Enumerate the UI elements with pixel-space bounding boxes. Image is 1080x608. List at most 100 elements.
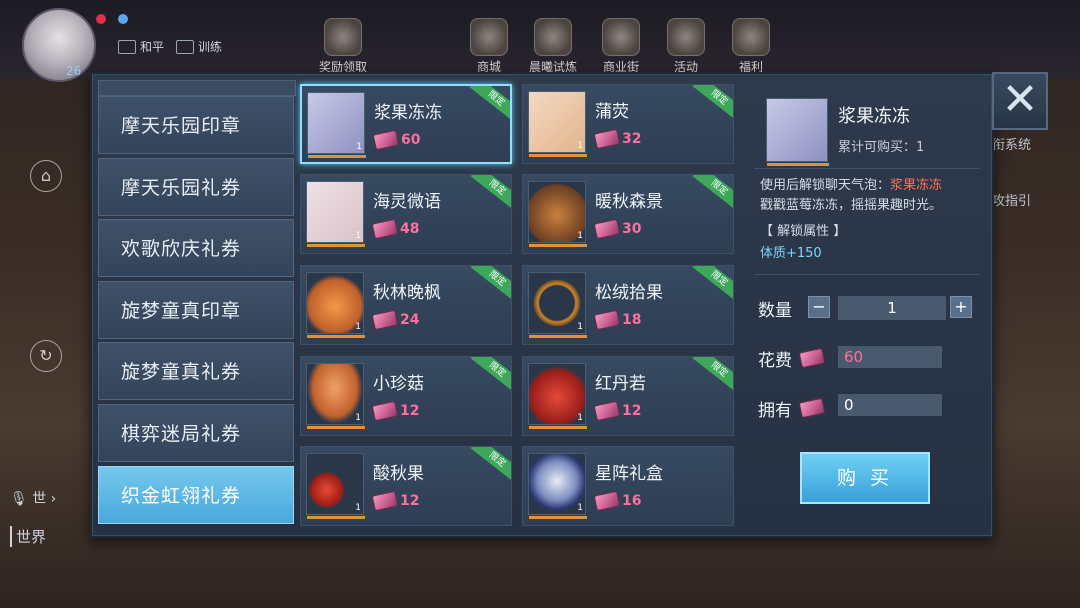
sidebar-item-label: 欢歌欣庆礼券 bbox=[121, 238, 242, 261]
item-bar bbox=[767, 163, 829, 166]
item-bar bbox=[529, 154, 587, 157]
minus-icon: − bbox=[812, 297, 826, 316]
item-name: 暖秋森景 bbox=[595, 192, 663, 212]
mushroom-item-thumb: 1 bbox=[306, 363, 365, 429]
sidebar-item-label: 旋梦童真礼券 bbox=[121, 361, 242, 384]
nav-street[interactable]: 商业街 bbox=[590, 18, 652, 74]
item-bar bbox=[307, 516, 365, 519]
train-mode-label: 训练 bbox=[198, 40, 223, 54]
desc-body: 戳戳蓝莓冻冻，摇摇果趣时光。 bbox=[760, 198, 943, 213]
item-card-5[interactable]: 1 松绒拾果 18 限定 bbox=[522, 265, 734, 345]
street-icon bbox=[602, 18, 640, 56]
sidebar-item-label: 织金虹翎礼券 bbox=[121, 484, 242, 507]
diamond-icon bbox=[667, 18, 705, 56]
nav-reward[interactable]: 奖励领取 bbox=[312, 18, 374, 74]
item-card-1[interactable]: 1 蒲荧 32 限定 bbox=[522, 84, 734, 164]
limited-badge: 限定 bbox=[470, 357, 511, 393]
item-name: 浆果冻冻 bbox=[374, 103, 442, 123]
divider bbox=[754, 168, 980, 169]
item-card-4[interactable]: 1 秋林晚枫 24 限定 bbox=[300, 265, 512, 345]
quantity-input[interactable] bbox=[838, 296, 946, 320]
train-mode-toggle[interactable]: 训练 bbox=[176, 38, 222, 55]
sidebar-item-0[interactable]: 摩天乐园印章 bbox=[98, 96, 294, 154]
home-icon[interactable]: ⌂ bbox=[30, 160, 62, 192]
sidebar-item-label: 摩天乐园礼券 bbox=[121, 176, 242, 199]
peace-mode-icon bbox=[118, 39, 136, 54]
ticket-icon bbox=[372, 129, 400, 151]
ticket-icon bbox=[593, 490, 621, 512]
item-price: 12 bbox=[371, 400, 419, 422]
item-qty: 1 bbox=[356, 142, 362, 152]
player-avatar[interactable] bbox=[22, 8, 96, 82]
item-price: 48 bbox=[371, 218, 420, 240]
item-qty: 1 bbox=[577, 322, 583, 332]
item-card-3[interactable]: 1 暖秋森景 30 限定 bbox=[522, 174, 734, 254]
desc-prefix: 使用后解锁聊天气泡： bbox=[760, 178, 891, 193]
item-card-6[interactable]: 1 小珍菇 12 限定 bbox=[300, 356, 512, 436]
sidebar-item-1[interactable]: 摩天乐园礼券 bbox=[98, 157, 294, 216]
owned-value: 0 bbox=[838, 394, 942, 416]
item-bar bbox=[529, 516, 587, 519]
item-qty: 1 bbox=[577, 141, 583, 151]
item-bar bbox=[529, 426, 587, 429]
ticket-icon bbox=[593, 309, 621, 331]
gift-icon bbox=[732, 18, 770, 56]
ticket-icon bbox=[371, 490, 399, 512]
item-card-9[interactable]: 1 星阵礼盒 16 bbox=[522, 446, 734, 526]
cost-label: 花费 bbox=[758, 351, 792, 371]
item-name: 海灵微语 bbox=[373, 192, 441, 212]
limited-badge: 限定 bbox=[692, 175, 733, 211]
sidebar-item-label: 旋梦童真印章 bbox=[121, 299, 242, 322]
item-price: 16 bbox=[593, 490, 641, 512]
item-price-value: 32 bbox=[622, 131, 642, 147]
item-card-0[interactable]: 1 浆果冻冻 60 限定 bbox=[300, 84, 512, 164]
item-card-2[interactable]: 1 海灵微语 48 限定 bbox=[300, 174, 512, 254]
peace-mode-toggle[interactable]: 和平 bbox=[118, 38, 164, 55]
item-price-value: 48 bbox=[400, 221, 420, 237]
owned-label: 拥有 bbox=[758, 401, 792, 421]
item-price: 32 bbox=[593, 128, 642, 150]
cost-value: 60 bbox=[838, 346, 942, 368]
quantity-decrement-button[interactable]: − bbox=[808, 296, 830, 318]
chat-channel[interactable]: 🎙 世 › bbox=[10, 488, 56, 508]
notification-dot bbox=[96, 14, 106, 24]
buy-button[interactable]: 购 买 bbox=[800, 452, 930, 504]
item-qty: 1 bbox=[577, 413, 583, 423]
quantity-increment-button[interactable]: + bbox=[950, 296, 972, 318]
sidebar-item-5[interactable]: 棋弈迷局礼券 bbox=[98, 403, 294, 462]
limited-badge: 限定 bbox=[692, 357, 733, 393]
item-card-8[interactable]: 1 酸秋果 12 限定 bbox=[300, 446, 512, 526]
unlock-attribute-label: 【 解锁属性 】 bbox=[760, 224, 847, 239]
item-name: 小珍菇 bbox=[373, 374, 424, 394]
hedgehog-item-thumb: 1 bbox=[528, 181, 587, 247]
item-bar bbox=[307, 335, 365, 338]
train-mode-icon bbox=[176, 39, 194, 54]
sidebar-item-4[interactable]: 旋梦童真礼券 bbox=[98, 342, 294, 401]
nav-event[interactable]: 活动 bbox=[655, 18, 717, 74]
ticket-icon bbox=[371, 400, 399, 422]
pomegranate-item-thumb: 1 bbox=[528, 363, 587, 429]
nav-mall[interactable]: 商城 bbox=[458, 18, 520, 74]
item-card-7[interactable]: 1 红丹若 12 限定 bbox=[522, 356, 734, 436]
sidebar-item-6[interactable]: 织金虹翎礼券 bbox=[98, 465, 294, 524]
attribute-value: 体质+150 bbox=[760, 246, 822, 261]
item-qty: 1 bbox=[355, 322, 361, 332]
nav-trial[interactable]: 晨曦试炼 bbox=[522, 18, 584, 74]
item-thumb: 1 bbox=[306, 181, 365, 247]
mall-icon bbox=[470, 18, 508, 56]
item-name: 秋林晚枫 bbox=[373, 283, 441, 303]
refresh-icon[interactable]: ↻ bbox=[30, 340, 62, 372]
item-price-value: 60 bbox=[401, 132, 421, 148]
hud-guide-text: 攻指引 bbox=[992, 194, 1032, 209]
world-chat-tab[interactable]: 世界 bbox=[10, 526, 46, 547]
item-name: 松绒拾果 bbox=[595, 283, 663, 303]
sidebar-item-3[interactable]: 旋梦童真印章 bbox=[98, 280, 294, 339]
item-price: 12 bbox=[593, 400, 641, 422]
close-button[interactable]: ✕ bbox=[992, 72, 1048, 130]
item-name: 酸秋果 bbox=[373, 464, 424, 484]
quantity-label: 数量 bbox=[758, 301, 792, 321]
item-price-value: 18 bbox=[622, 312, 642, 328]
item-detail-pane: 浆果冻冻 累计可购买：1 使用后解锁聊天气泡：浆果冻冻 戳戳蓝莓冻冻，摇摇果趣时… bbox=[744, 84, 984, 524]
sidebar-item-2[interactable]: 欢歌欣庆礼券 bbox=[98, 219, 294, 278]
nav-welfare[interactable]: 福利 bbox=[720, 18, 782, 74]
